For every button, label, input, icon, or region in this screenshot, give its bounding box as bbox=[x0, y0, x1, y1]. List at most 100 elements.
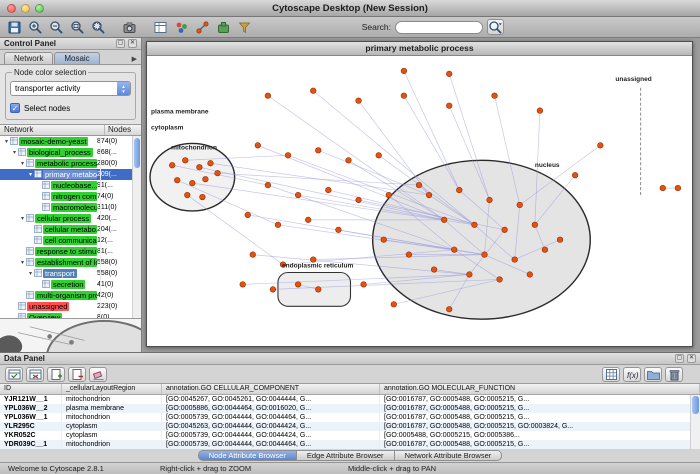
tree-item[interactable]: ▾metabolic process280(0) bbox=[0, 158, 141, 169]
network-node[interactable] bbox=[441, 217, 447, 223]
network-node[interactable] bbox=[305, 217, 311, 223]
table-row[interactable]: YPL036W__2plasma membrane[GO:0005886, GO… bbox=[0, 404, 700, 413]
network-node[interactable] bbox=[190, 180, 196, 186]
network-node[interactable] bbox=[376, 153, 382, 159]
snapshot-icon[interactable] bbox=[121, 18, 140, 37]
network-node[interactable] bbox=[270, 287, 276, 293]
network-view-frame[interactable]: primary metabolic process plasma membran… bbox=[146, 41, 693, 347]
close-data-panel-icon[interactable]: ✕ bbox=[687, 354, 696, 363]
save-session-icon[interactable] bbox=[6, 18, 25, 37]
network-node[interactable] bbox=[431, 267, 437, 273]
expander-icon[interactable]: ▾ bbox=[19, 160, 26, 167]
tab-mosaic[interactable]: Mosaic bbox=[54, 52, 99, 64]
tree-item[interactable]: secretion41(0) bbox=[0, 279, 141, 290]
network-node[interactable] bbox=[315, 287, 321, 293]
zoom-selected-icon[interactable] bbox=[69, 18, 88, 37]
network-node[interactable] bbox=[401, 68, 407, 74]
table-row[interactable]: YKR052Ccytoplasm[GO:0005739, GO:0044444,… bbox=[0, 431, 700, 440]
float-data-panel-icon[interactable]: ▢ bbox=[675, 354, 684, 363]
minimize-window-button[interactable] bbox=[21, 4, 30, 13]
network-node[interactable] bbox=[265, 182, 271, 188]
network-node[interactable] bbox=[675, 185, 681, 191]
tree-item[interactable]: nucleobase...91(... bbox=[0, 180, 141, 191]
network-node[interactable] bbox=[208, 160, 214, 166]
column-header[interactable]: annotation.GO CELLULAR_COMPONENT bbox=[162, 384, 380, 394]
expander-icon[interactable]: ▾ bbox=[19, 259, 26, 266]
network-node[interactable] bbox=[169, 162, 175, 168]
column-header[interactable]: _cellularLayoutRegion bbox=[62, 384, 162, 394]
network-view-title[interactable]: primary metabolic process bbox=[147, 42, 692, 56]
clear-table-icon[interactable] bbox=[665, 367, 683, 382]
attribute-browser-icon[interactable] bbox=[152, 18, 171, 37]
network-node[interactable] bbox=[215, 170, 221, 176]
network-node[interactable] bbox=[451, 247, 457, 253]
network-node[interactable] bbox=[265, 93, 271, 99]
network-node[interactable] bbox=[572, 172, 578, 178]
network-node[interactable] bbox=[315, 148, 321, 154]
network-node[interactable] bbox=[174, 177, 180, 183]
network-node[interactable] bbox=[517, 202, 523, 208]
search-input[interactable] bbox=[395, 21, 483, 34]
expander-icon[interactable]: ▾ bbox=[3, 138, 10, 145]
network-node[interactable] bbox=[336, 227, 342, 233]
network-node[interactable] bbox=[446, 71, 452, 77]
network-graph[interactable]: plasma membranecytoplasmmitochondrionnuc… bbox=[147, 56, 692, 346]
select-nodes-checkbox[interactable]: ✓ bbox=[10, 103, 20, 113]
column-nodes[interactable]: Nodes bbox=[105, 125, 141, 135]
matrix-icon[interactable] bbox=[602, 367, 620, 382]
zoom-fit-icon[interactable] bbox=[90, 18, 109, 37]
tree-item[interactable]: multi-organism pro...42(0) bbox=[0, 290, 141, 301]
tree-item[interactable]: unassigned223(0) bbox=[0, 301, 141, 312]
network-node[interactable] bbox=[310, 257, 316, 263]
vizmapper-icon[interactable] bbox=[173, 18, 192, 37]
network-node[interactable] bbox=[361, 282, 367, 288]
network-node[interactable] bbox=[310, 88, 316, 94]
network-node[interactable] bbox=[502, 227, 508, 233]
network-node[interactable] bbox=[492, 93, 498, 99]
close-panel-icon[interactable]: ✕ bbox=[128, 39, 137, 48]
network-node[interactable] bbox=[527, 272, 533, 278]
import-attributes-icon[interactable] bbox=[644, 367, 662, 382]
network-node[interactable] bbox=[472, 222, 478, 228]
zoom-out-icon[interactable] bbox=[48, 18, 67, 37]
tree-item[interactable]: response to stimu...81(... bbox=[0, 246, 141, 257]
network-node[interactable] bbox=[660, 185, 666, 191]
network-node[interactable] bbox=[406, 252, 412, 258]
network-node[interactable] bbox=[295, 192, 301, 198]
tree-item[interactable]: ▾cellular process420(... bbox=[0, 213, 141, 224]
network-node[interactable] bbox=[255, 143, 261, 149]
search-options-button[interactable] bbox=[487, 19, 504, 35]
network-node[interactable] bbox=[197, 164, 203, 170]
tree-item[interactable]: ▾primary metabo...209(... bbox=[0, 169, 141, 180]
float-panel-icon[interactable]: ▢ bbox=[116, 39, 125, 48]
network-node[interactable] bbox=[467, 272, 473, 278]
network-node[interactable] bbox=[346, 158, 352, 164]
tree-item[interactable]: nitrogen compo...74(0) bbox=[0, 191, 141, 202]
erase-attribute-icon[interactable] bbox=[89, 367, 107, 382]
network-node[interactable] bbox=[537, 108, 543, 114]
network-node[interactable] bbox=[386, 192, 392, 198]
network-node[interactable] bbox=[326, 187, 332, 193]
expander-icon[interactable]: ▾ bbox=[19, 215, 26, 222]
tree-scrollbar-thumb[interactable] bbox=[134, 138, 140, 168]
tree-item[interactable]: cellular metabo...204(... bbox=[0, 224, 141, 235]
new-attribute-icon[interactable] bbox=[47, 367, 65, 382]
network-node[interactable] bbox=[598, 143, 604, 149]
tree-item[interactable]: ▾transport558(0) bbox=[0, 268, 141, 279]
tree-item[interactable]: ▾mosaic-demo-yeast874(0) bbox=[0, 136, 141, 147]
network-node[interactable] bbox=[482, 252, 488, 258]
tab-node-attribute-browser[interactable]: Node Attribute Browser bbox=[198, 450, 297, 461]
tree-item[interactable]: ▾biological_process868(... bbox=[0, 147, 141, 158]
network-node[interactable] bbox=[446, 306, 452, 312]
network-node[interactable] bbox=[532, 222, 538, 228]
table-row[interactable]: YJR121W__1mitochondrion[GO:0045267, GO:0… bbox=[0, 395, 700, 404]
tree-item[interactable]: macromolecule...311(0) bbox=[0, 202, 141, 213]
tree-scrollbar[interactable] bbox=[132, 136, 141, 318]
column-header[interactable]: annotation.GO MOLECULAR_FUNCTION bbox=[380, 384, 700, 394]
table-row[interactable]: YPL036W__1mitochondrion[GO:0005739, GO:0… bbox=[0, 413, 700, 422]
expander-icon[interactable]: ▾ bbox=[27, 270, 34, 277]
network-node[interactable] bbox=[512, 257, 518, 263]
tree-item[interactable]: cell communica...12(... bbox=[0, 235, 141, 246]
zoom-in-icon[interactable] bbox=[27, 18, 46, 37]
network-node[interactable] bbox=[401, 93, 407, 99]
